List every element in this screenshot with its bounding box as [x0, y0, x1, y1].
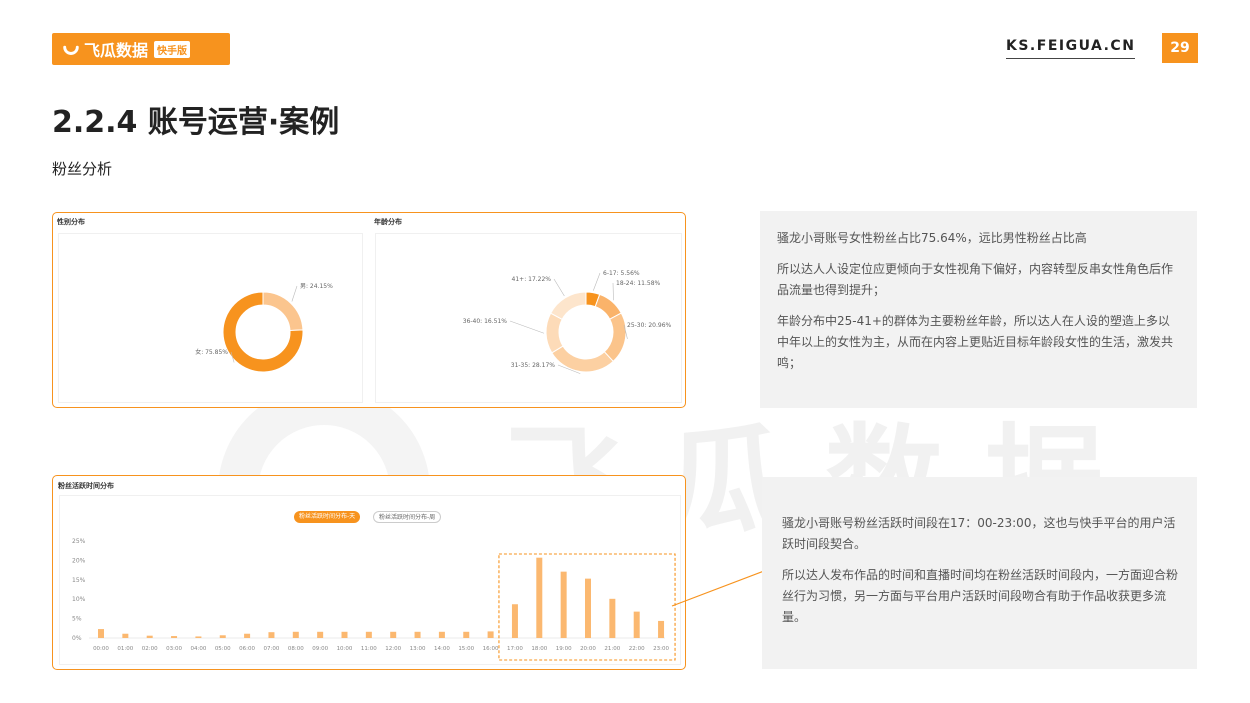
- y-tick-label: 25%: [72, 538, 86, 545]
- age-label-line-0: [593, 272, 601, 291]
- activity-bar-02:00: [146, 635, 153, 638]
- x-tick-label: 15:00: [458, 646, 474, 652]
- analysis-paragraph: 骚龙小哥账号女性粉丝占比75.64%，远比男性粉丝占比高: [777, 231, 1087, 245]
- activity-bar-08:00: [292, 631, 299, 638]
- age-slice-label-1: 18-24: 11.58%: [616, 280, 661, 287]
- gender-slice-0: [262, 291, 304, 332]
- age-label-line-4: [509, 320, 545, 334]
- x-tick-label: 05:00: [215, 646, 231, 652]
- activity-bar-18:00: [536, 557, 543, 638]
- age-slice-label-3: 31-35: 28.17%: [511, 362, 556, 369]
- activity-bar-01:00: [122, 633, 129, 638]
- logo-badge: 快手版: [154, 40, 191, 58]
- x-tick-label: 07:00: [264, 646, 280, 652]
- x-tick-label: 01:00: [117, 646, 133, 652]
- x-tick-label: 23:00: [653, 646, 669, 652]
- x-tick-label: 22:00: [629, 646, 645, 652]
- activity-bar-07:00: [268, 632, 275, 638]
- fan-activity-panel: 粉丝活跃时间分布 粉丝活跃时间分布-天 粉丝活跃时间分布-周 0% 5% 10% 15…: [52, 475, 686, 670]
- site-url[interactable]: KS.FEIGUA.CN: [1006, 38, 1136, 59]
- y-tick-label: 0%: [72, 635, 82, 642]
- x-tick-label: 18:00: [531, 646, 547, 652]
- x-tick-label: 14:00: [434, 646, 450, 652]
- x-tick-label: 02:00: [142, 646, 158, 652]
- activity-bar-13:00: [414, 631, 421, 638]
- activity-bar-06:00: [244, 633, 251, 638]
- activity-bar-09:00: [317, 631, 324, 638]
- activity-bar-10:00: [341, 631, 348, 638]
- y-tick-label: 10%: [72, 596, 86, 603]
- age-slice-5: [550, 291, 587, 320]
- x-tick-label: 03:00: [166, 646, 182, 652]
- y-tick-label: 5%: [72, 616, 82, 623]
- gender-slice-label-1: 女: 75.85%: [195, 348, 228, 356]
- x-tick-label: 04:00: [190, 646, 206, 652]
- page-title: 2.2.4 账号运营·案例: [52, 105, 340, 140]
- analysis-paragraph: 所以达人人设定位应更倾向于女性视角下偏好，内容转型反串女性角色后作品流量也得到提…: [777, 262, 1174, 297]
- x-tick-label: 20:00: [580, 646, 596, 652]
- activity-bar-03:00: [171, 636, 178, 638]
- age-slice-4: [545, 312, 564, 354]
- x-tick-label: 12:00: [385, 646, 401, 652]
- activity-bar-21:00: [609, 598, 616, 638]
- activity-bar-20:00: [585, 578, 591, 638]
- activity-bar-00:00: [98, 629, 104, 638]
- age-slice-label-4: 36-40: 16.51%: [463, 318, 508, 325]
- x-tick-label: 10:00: [337, 646, 353, 652]
- x-tick-label: 17:00: [507, 646, 523, 652]
- age-label-line-5: [553, 278, 565, 297]
- x-tick-label: 08:00: [288, 646, 304, 652]
- page-subtitle: 粉丝分析: [52, 160, 113, 178]
- analysis-box-activity: 骚龙小哥账号粉丝活跃时间段在17：00-23:00，这也与快手平台的用户活跃时间…: [762, 477, 1197, 669]
- age-slice-3: [551, 345, 614, 373]
- activity-bar-14:00: [438, 631, 445, 638]
- activity-bar-17:00: [511, 604, 518, 638]
- gender-label-line-0: [291, 285, 298, 302]
- analysis-paragraph: 年龄分布中25-41+的群体为主要粉丝年龄，所以达人在人设的塑造上多以中年以上的…: [777, 314, 1174, 370]
- age-donut-chart: 6-17: 5.56% 18-24: 11.58% 25-30: 20.96% 31-…: [463, 270, 672, 374]
- activity-bar-12:00: [390, 631, 397, 638]
- x-tick-label: 09:00: [312, 646, 328, 652]
- age-slice-label-5: 41+: 17.22%: [512, 276, 552, 283]
- gender-slice-label-0: 男: 24.15%: [300, 283, 333, 290]
- x-tick-label: 16:00: [483, 646, 499, 652]
- x-tick-label: 19:00: [556, 646, 572, 652]
- age-slice-label-0: 6-17: 5.56%: [603, 270, 640, 277]
- x-tick-label: 11:00: [361, 646, 377, 652]
- page-number: 29: [1162, 33, 1198, 63]
- x-tick-label: 00:00: [93, 646, 109, 652]
- age-slice-2: [603, 312, 627, 363]
- x-tick-label: 06:00: [239, 646, 255, 652]
- analysis-box-gender-age: 骚龙小哥账号女性粉丝占比75.64%，远比男性粉丝占比高 所以达人人设定位应更倾…: [760, 211, 1197, 408]
- gender-donut-chart: 男: 24.15% 女: 75.85%: [195, 283, 333, 373]
- activity-bar-16:00: [487, 631, 494, 638]
- y-tick-label: 15%: [72, 577, 86, 584]
- x-tick-label: 21:00: [604, 646, 620, 652]
- activity-bar-22:00: [633, 611, 640, 638]
- activity-bar-chart: 0% 5% 10% 15% 20% 25% 00:00 01:00 02:00 03:00 04:0…: [72, 538, 676, 661]
- logo-text: 飞瓜数据: [84, 41, 149, 60]
- activity-bar-23:00: [658, 620, 665, 638]
- age-slice-label-2: 25-30: 20.96%: [627, 322, 672, 329]
- activity-bar-05:00: [219, 635, 226, 638]
- activity-bar-19:00: [560, 571, 567, 638]
- activity-bar-04:00: [195, 636, 202, 638]
- feigua-logo[interactable]: 飞瓜数据 快手版: [52, 33, 230, 65]
- y-tick-label: 20%: [72, 557, 86, 564]
- analysis-paragraph: 所以达人发布作品的时间和直播时间均在粉丝活跃时间段内，一方面迎合粉丝行为习惯，另…: [782, 568, 1179, 624]
- fan-demographics-panel: 性别分布 年龄分布 男: 24.15% 女: 75.85% 6-17: 5.56%…: [52, 212, 686, 408]
- activity-bar-15:00: [463, 631, 470, 638]
- activity-bar-11:00: [365, 631, 372, 638]
- analysis-paragraph: 骚龙小哥账号粉丝活跃时间段在17：00-23:00，这也与快手平台的用户活跃时间…: [782, 516, 1176, 551]
- x-tick-label: 13:00: [410, 646, 426, 652]
- logo-swirl-icon: [63, 45, 79, 55]
